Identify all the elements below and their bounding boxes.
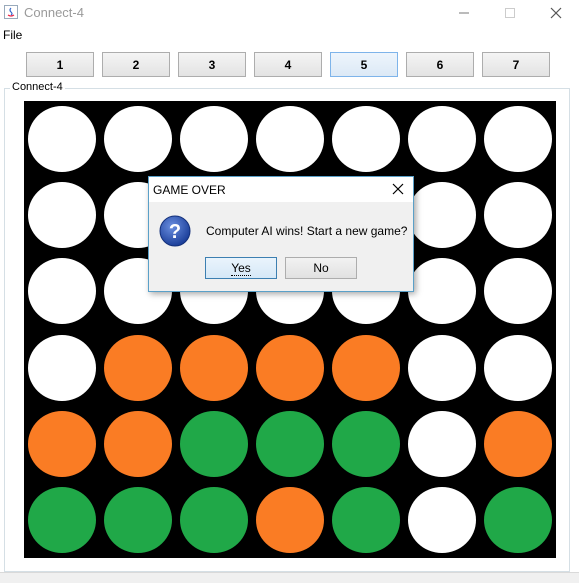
board-cell-empty (408, 106, 476, 173)
status-bar (0, 572, 579, 583)
window-titlebar: Connect-4 (0, 0, 579, 26)
dialog-titlebar: GAME OVER (149, 177, 413, 202)
dialog-message: Computer AI wins! Start a new game? (206, 224, 408, 238)
board-cell-green (332, 486, 400, 553)
board-cell-orange (256, 486, 324, 553)
board-cell-empty (28, 258, 96, 325)
game-board[interactable] (24, 101, 556, 558)
close-button[interactable] (533, 0, 579, 26)
yes-button[interactable]: Yes (205, 257, 277, 279)
minimize-icon (459, 12, 469, 14)
close-icon (550, 7, 562, 19)
board-cell-empty (484, 182, 552, 249)
board-cell-green (180, 486, 248, 553)
board-cell-empty (104, 106, 172, 173)
column-button-2[interactable]: 2 (102, 52, 170, 77)
dialog-close-icon[interactable] (389, 180, 407, 198)
groupbox-label: Connect-4 (10, 81, 65, 93)
column-button-4[interactable]: 4 (254, 52, 322, 77)
dialog-title: GAME OVER (153, 183, 226, 197)
board-cell-orange (484, 410, 552, 477)
menu-bar: File (0, 26, 579, 44)
board-cell-empty (28, 182, 96, 249)
no-button-label: No (313, 261, 329, 275)
board-cell-empty (484, 106, 552, 173)
board-cell-orange (104, 334, 172, 401)
board-cell-empty (408, 486, 476, 553)
board-cell-empty (332, 106, 400, 173)
question-icon: ? (159, 215, 191, 247)
board-cell-empty (28, 334, 96, 401)
board-cell-empty (408, 182, 476, 249)
minimize-button[interactable] (441, 0, 487, 26)
board-cell-green (484, 486, 552, 553)
board-cell-orange (180, 334, 248, 401)
board-cell-green (332, 410, 400, 477)
column-button-1[interactable]: 1 (26, 52, 94, 77)
board-cell-orange (332, 334, 400, 401)
board-cell-green (28, 486, 96, 553)
column-button-3[interactable]: 3 (178, 52, 246, 77)
maximize-icon (505, 8, 515, 18)
java-app-icon (4, 5, 18, 19)
board-cell-empty (484, 334, 552, 401)
board-cell-green (256, 410, 324, 477)
board-cell-orange (28, 410, 96, 477)
column-button-5[interactable]: 5 (330, 52, 398, 77)
board-cell-orange (256, 334, 324, 401)
board-cell-empty (408, 258, 476, 325)
no-button[interactable]: No (285, 257, 357, 279)
window-title: Connect-4 (24, 5, 84, 20)
board-cell-orange (104, 410, 172, 477)
game-over-dialog: GAME OVER ? Computer AI wins! Start a ne… (148, 176, 414, 292)
board-cell-green (180, 410, 248, 477)
board-cell-empty (180, 106, 248, 173)
menu-file[interactable]: File (3, 28, 22, 42)
board-cell-empty (408, 410, 476, 477)
board-cell-empty (408, 334, 476, 401)
svg-text:?: ? (169, 221, 181, 243)
column-button-7[interactable]: 7 (482, 52, 550, 77)
board-cell-empty (256, 106, 324, 173)
board-cell-green (104, 486, 172, 553)
maximize-button[interactable] (487, 0, 533, 26)
column-button-6[interactable]: 6 (406, 52, 474, 77)
yes-button-label: Yes (231, 260, 251, 276)
board-cell-empty (28, 106, 96, 173)
board-cell-empty (484, 258, 552, 325)
